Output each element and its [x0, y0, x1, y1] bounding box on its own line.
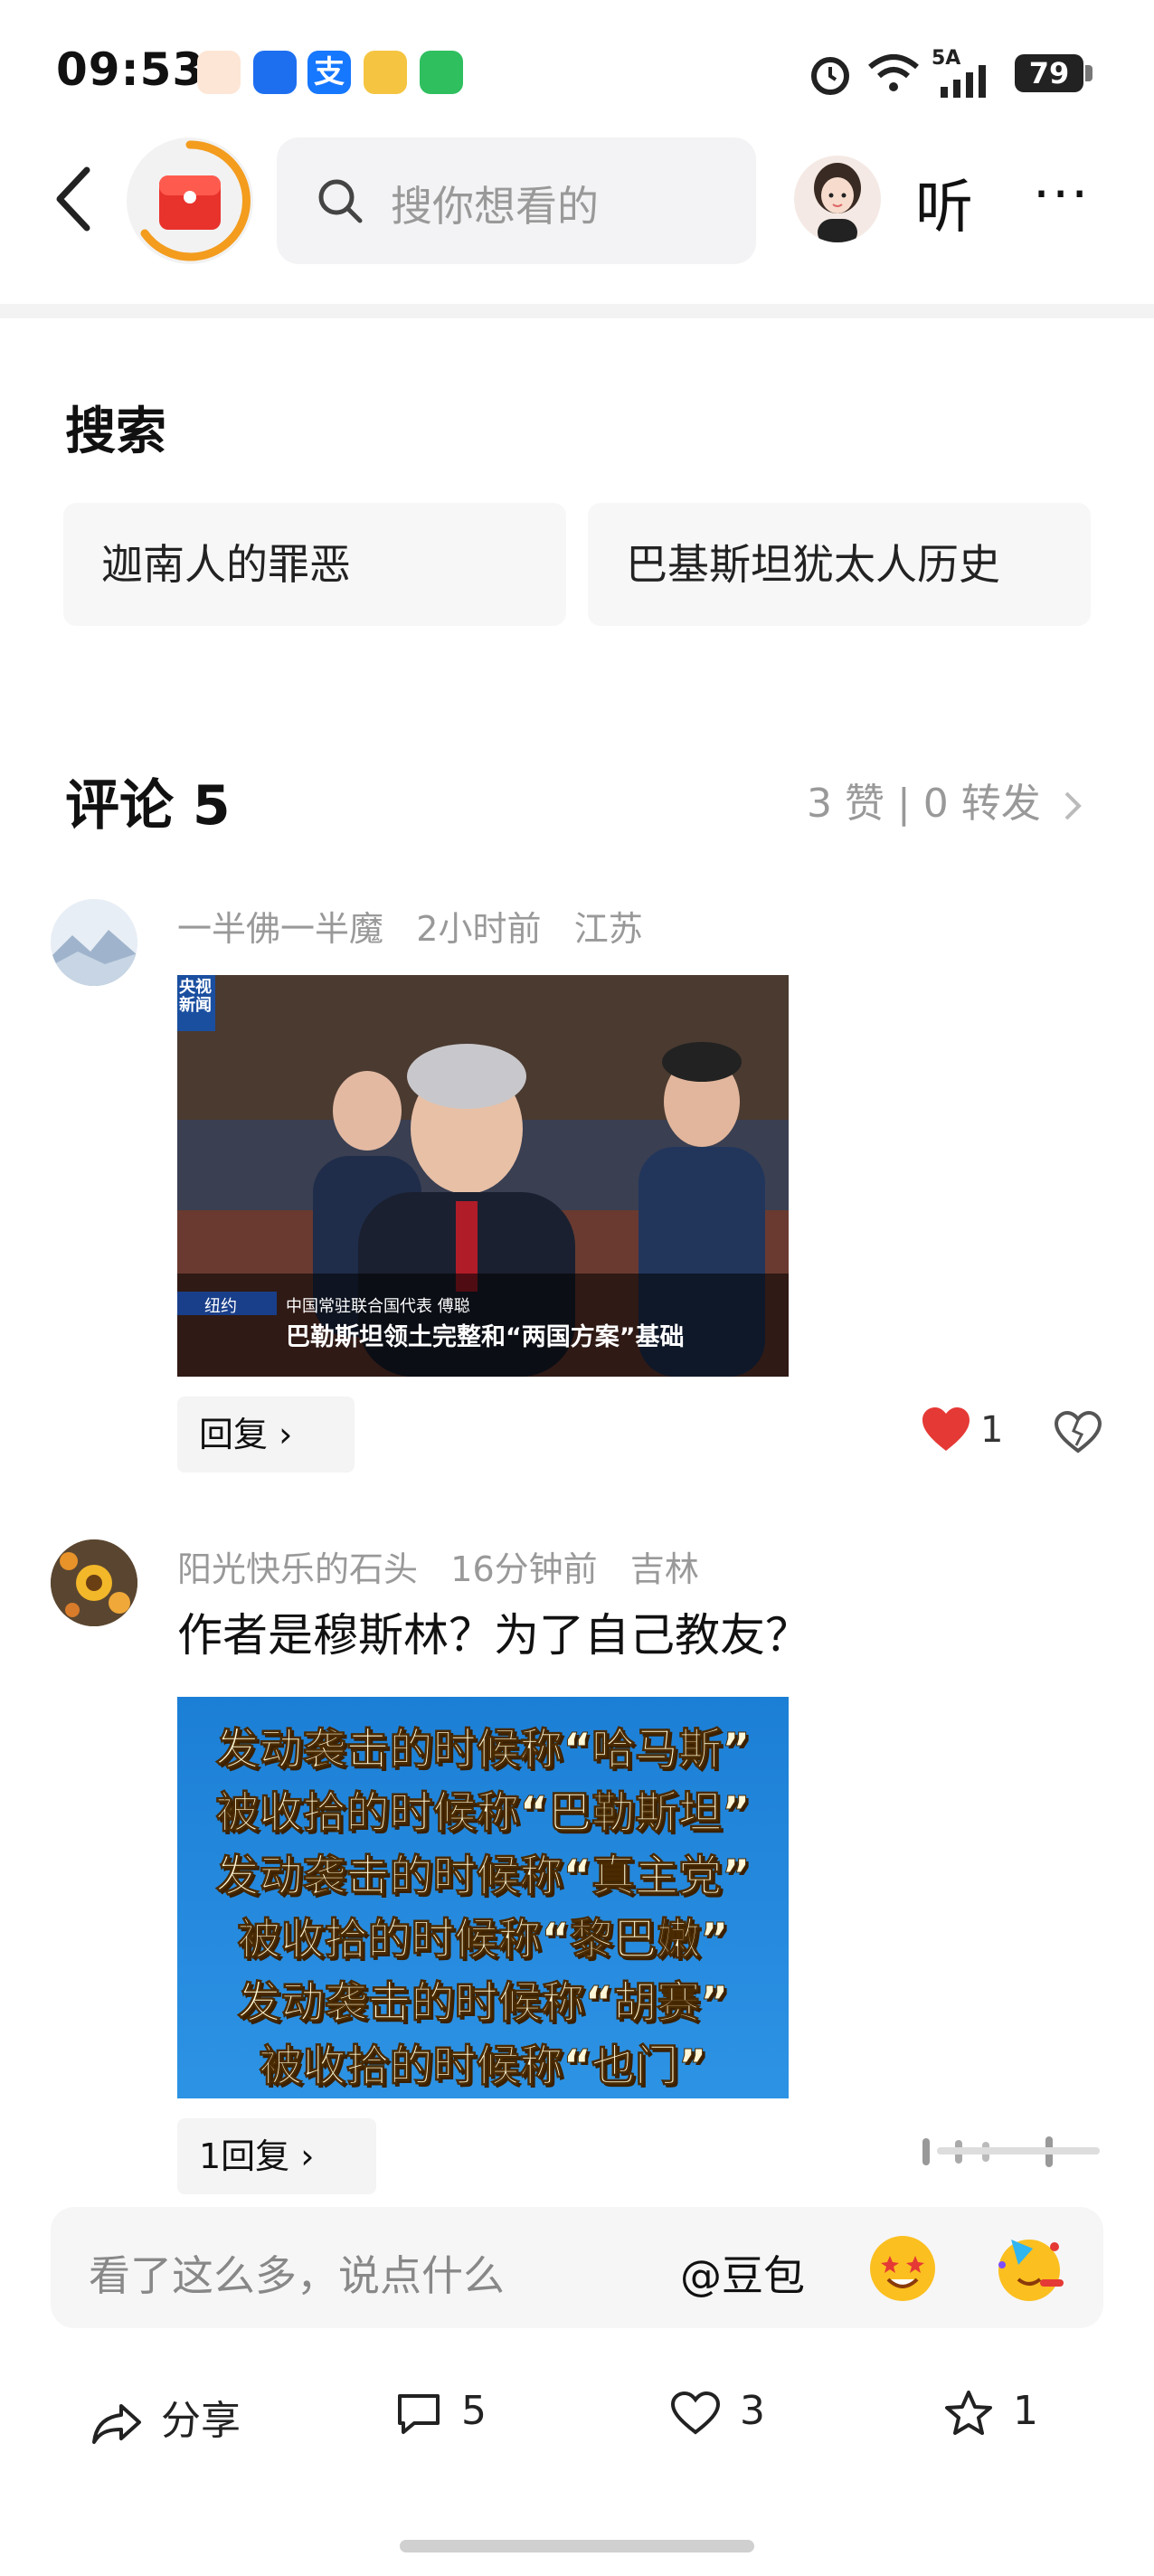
mention-doubao-button[interactable]: @豆包 — [680, 2243, 805, 2303]
commenter-avatar[interactable] — [51, 899, 137, 986]
message-notification-icon — [253, 51, 297, 94]
comment-input[interactable]: 看了这么多，说点什么 @豆包 — [51, 2207, 1103, 2328]
comments-title: 评论 5 — [65, 774, 231, 838]
battery-tip — [1085, 65, 1093, 81]
comment-username[interactable]: 一半佛一半魔 — [177, 909, 383, 949]
likes-count: 3 — [740, 2388, 765, 2434]
share-label: 分享 — [161, 2398, 241, 2444]
favorite-button[interactable]: 1 — [942, 2388, 1038, 2438]
app-logo-button[interactable] — [127, 137, 253, 264]
avatar-notification-icon — [197, 51, 241, 94]
header-divider — [0, 304, 1154, 318]
comment-time: 16分钟前 — [450, 1549, 598, 1589]
image-line: 被收拾的时候称“也门” — [259, 2041, 707, 2092]
user-avatar[interactable] — [794, 156, 881, 242]
signal-icon — [941, 65, 986, 98]
news-logo: 央视 新闻 — [179, 978, 212, 1015]
comment-meta: 阳光快乐的石头 16分钟前 吉林 — [177, 1541, 699, 1591]
image-line: 发动袭击的时候称“哈马斯” — [215, 1724, 751, 1776]
broken-heart-icon[interactable] — [1053, 1409, 1103, 1456]
battery-icon: 79 — [1015, 54, 1083, 92]
app-notification-icon — [420, 51, 463, 94]
image-line: 被收拾的时候称“巴勒斯坦” — [215, 1787, 751, 1839]
image-line: 发动袭击的时候称“真主党” — [215, 1851, 751, 1902]
comment-input-placeholder: 看了这么多，说点什么 — [89, 2251, 505, 2300]
comment-meta: 一半佛一半魔 2小时前 江苏 — [177, 901, 643, 951]
caption-location: 纽约 — [204, 1297, 237, 1316]
more-options-button[interactable]: ··· — [1033, 163, 1090, 226]
wifi-icon — [868, 54, 919, 91]
status-time: 09:53 — [56, 43, 205, 96]
comment-text: 作者是穆斯林？为了自己教友？ — [177, 1609, 810, 1662]
caption-small: 中国常驻联合国代表 傅聪 — [286, 1297, 470, 1316]
share-button[interactable]: 分享 — [90, 2388, 241, 2446]
comment-image[interactable]: 发动袭击的时候称“哈马斯” 被收拾的时候称“巴勒斯坦” 发动袭击的时候称“真主党… — [177, 1697, 789, 2098]
search-tag[interactable]: 巴基斯坦犹太人历史 — [588, 503, 1091, 626]
progress-ring-icon — [140, 140, 251, 261]
like-count: 1 — [980, 1409, 1004, 1451]
home-indicator[interactable] — [400, 2540, 754, 2552]
star-eyes-emoji-icon[interactable] — [866, 2232, 939, 2305]
comment-location: 江苏 — [573, 909, 643, 949]
comment-location: 吉林 — [629, 1549, 699, 1589]
reply-button[interactable]: 回复 › — [177, 1397, 355, 1473]
alarm-icon — [811, 57, 849, 95]
party-emoji-icon[interactable] — [991, 2229, 1069, 2306]
heart-icon — [670, 2391, 721, 2435]
comments-count: 5 — [461, 2388, 487, 2434]
caption-main: 巴勒斯坦领土完整和“两国方案”基础 — [286, 1323, 685, 1351]
alipay-notification-icon: 支 — [307, 51, 351, 94]
reply-button[interactable]: 1回复 › — [177, 2118, 376, 2194]
search-placeholder: 搜你想看的 — [391, 182, 599, 231]
search-section-title: 搜索 — [65, 402, 166, 461]
comments-stats[interactable]: 3 赞 | 0 转发 — [807, 771, 1084, 829]
search-tag[interactable]: 迦南人的罪恶 — [63, 503, 566, 626]
listen-button[interactable]: 听 — [915, 161, 973, 244]
comment-time: 2小时前 — [416, 909, 542, 949]
comment-icon — [398, 2394, 440, 2434]
commenter-avatar[interactable] — [51, 1539, 137, 1626]
image-line: 被收拾的时候称“黎巴嫩” — [237, 1914, 729, 1965]
share-icon — [92, 2404, 141, 2444]
comment-image[interactable]: 央视 新闻 纽约 中国常驻联合国代表 傅聪 巴勒斯坦领土完整和“两国方案”基础 — [177, 975, 789, 1377]
star-icon — [945, 2391, 992, 2435]
heart-filled-icon[interactable] — [921, 1406, 971, 1456]
back-button[interactable] — [47, 163, 101, 235]
search-icon — [318, 179, 363, 223]
chevron-right-icon — [1064, 791, 1082, 820]
voice-waveform-icon — [922, 2136, 1100, 2167]
like-button[interactable]: 3 — [669, 2388, 765, 2436]
image-line: 发动袭击的时候称“胡赛” — [237, 1977, 729, 2029]
favorites-count: 1 — [1013, 2388, 1038, 2434]
search-input[interactable]: 搜你想看的 — [277, 137, 756, 264]
comments-stats-text: 3 赞 | 0 转发 — [807, 781, 1041, 827]
comments-button[interactable]: 5 — [394, 2388, 487, 2436]
weibo-notification-icon — [364, 51, 407, 94]
comment-username[interactable]: 阳光快乐的石头 — [177, 1549, 418, 1589]
